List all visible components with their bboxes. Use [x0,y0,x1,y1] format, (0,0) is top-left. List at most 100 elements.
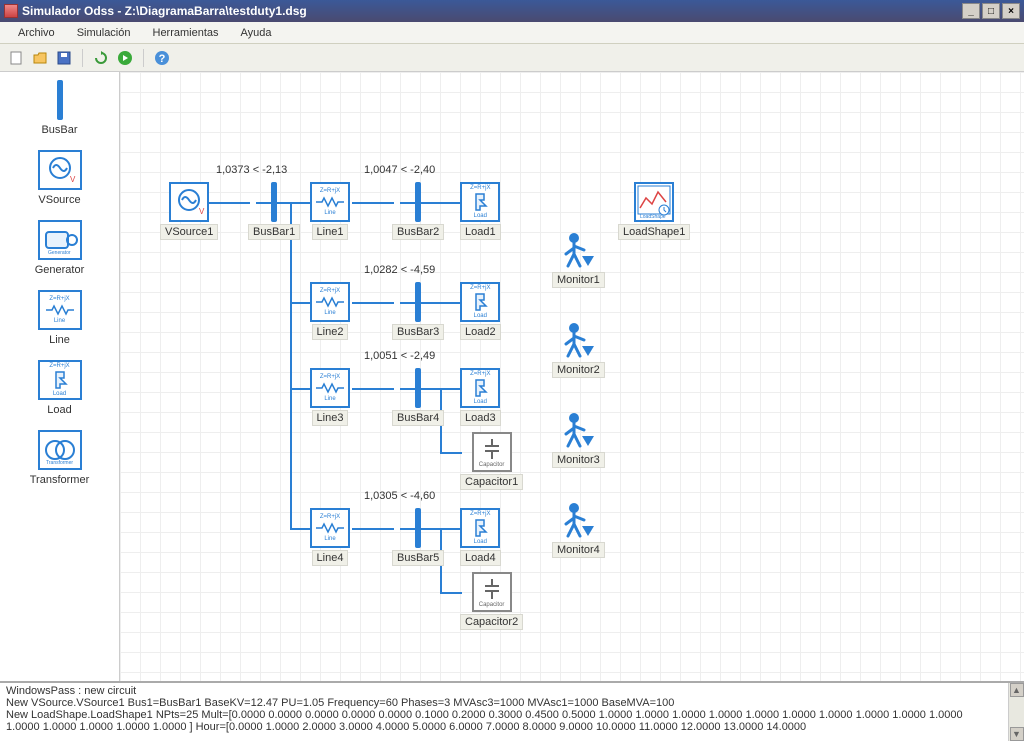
node-label: LoadShape1 [618,224,690,240]
menu-ayuda[interactable]: Ayuda [231,24,282,42]
line-icon: Z=R+jXLine [310,182,350,222]
line-icon: Z=R+jXLine [38,290,82,330]
node-label: Load2 [460,324,501,340]
palette-item-transformer[interactable]: Transformer Transformer [30,430,90,486]
node-monitor1[interactable]: Monitor1 [552,230,605,288]
component-palette: BusBar V VSource Generator Generator Z=R… [0,72,120,681]
node-capacitor2[interactable]: Capacitor Capacitor2 [460,572,523,630]
help-button[interactable]: ? [152,48,172,68]
busbar-icon [415,282,421,322]
line-icon: Z=R+jXLine [310,508,350,548]
node-label: Monitor2 [552,362,605,378]
node-load1[interactable]: Z=R+jXLoad Load1 [460,182,501,240]
palette-item-generator[interactable]: Generator Generator [35,220,85,276]
toolbar-separator [82,49,83,67]
busbar-icon [38,80,82,120]
maximize-button[interactable]: □ [982,3,1000,19]
open-button[interactable] [30,48,50,68]
play-icon [117,50,133,66]
monitor-icon [558,320,598,360]
palette-item-load[interactable]: Z=R+jXLoad Load [38,360,82,416]
save-button[interactable] [54,48,74,68]
node-loadshape1[interactable]: LoadShape LoadShape1 [618,182,690,240]
node-busbar2[interactable]: BusBar2 [392,182,444,240]
wire [440,452,462,454]
palette-item-busbar[interactable]: BusBar [38,80,82,136]
node-line4[interactable]: Z=R+jXLine Line4 [310,508,350,566]
node-load2[interactable]: Z=R+jXLoad Load2 [460,282,501,340]
new-icon [8,50,24,66]
line-icon: Z=R+jXLine [310,282,350,322]
transformer-icon: Transformer [38,430,82,470]
node-label: BusBar3 [392,324,444,340]
svg-text:LoadShape: LoadShape [640,214,666,220]
node-label: Load1 [460,224,501,240]
busbar-icon [254,182,294,222]
capacitor-icon: Capacitor [472,432,512,472]
node-label: Load4 [460,550,501,566]
wire [352,528,394,530]
save-icon [56,50,72,66]
capacitor-icon: Capacitor [472,572,512,612]
toolbar-separator [143,49,144,67]
node-busbar1[interactable]: BusBar1 [248,182,300,240]
load-icon: Z=R+jXLoad [38,360,82,400]
voltage-label: 1,0047 < -2,40 [364,164,435,176]
node-line1[interactable]: Z=R+jXLine Line1 [310,182,350,240]
new-button[interactable] [6,48,26,68]
diagram-canvas[interactable]: V VSource1 BusBar1 Z=R+jXLine Line1 BusB… [120,72,1024,681]
node-monitor2[interactable]: Monitor2 [552,320,605,378]
node-load4[interactable]: Z=R+jXLoad Load4 [460,508,501,566]
scroll-up-button[interactable]: ▲ [1010,683,1024,697]
svg-text:?: ? [159,53,166,65]
node-monitor3[interactable]: Monitor3 [552,410,605,468]
close-button[interactable]: × [1002,3,1020,19]
node-line3[interactable]: Z=R+jXLine Line3 [310,368,350,426]
line-icon: Z=R+jXLine [310,368,350,408]
run-button[interactable] [115,48,135,68]
node-busbar4[interactable]: BusBar4 [392,368,444,426]
menu-archivo[interactable]: Archivo [8,24,65,42]
wire [290,528,312,530]
monitor-icon [560,230,596,270]
node-load3[interactable]: Z=R+jXLoad Load3 [460,368,501,426]
palette-label: VSource [38,194,80,206]
svg-text:Generator: Generator [48,250,71,256]
menu-herramientas[interactable]: Herramientas [143,24,229,42]
node-busbar5[interactable]: BusBar5 [392,508,444,566]
palette-item-vsource[interactable]: V VSource [38,150,82,206]
menu-simulacion[interactable]: Simulación [67,24,141,42]
open-icon [32,50,48,66]
loadshape-icon: LoadShape [634,182,674,222]
node-monitor4[interactable]: Monitor4 [552,500,605,558]
voltage-label: 1,0373 < -2,13 [216,164,287,176]
output-console: WindowsPass : new circuit New VSource.VS… [0,681,1024,741]
monitor-icon [560,320,596,360]
node-label: Line1 [312,224,349,240]
node-busbar3[interactable]: BusBar3 [392,282,444,340]
monitor-icon [558,500,598,540]
minimize-button[interactable]: _ [962,3,980,19]
app-icon [4,4,18,18]
help-icon: ? [154,50,170,66]
palette-item-line[interactable]: Z=R+jXLine Line [38,290,82,346]
svg-text:Transformer: Transformer [46,460,73,466]
palette-label: Line [49,334,70,346]
console-scrollbar[interactable]: ▲ ▼ [1008,683,1024,741]
console-text[interactable]: WindowsPass : new circuit New VSource.VS… [0,683,1008,741]
window-title: Simulador Odss - Z:\DiagramaBarra\testdu… [22,4,962,18]
refresh-button[interactable] [91,48,111,68]
node-label: BusBar2 [392,224,444,240]
monitor-icon [560,410,596,450]
node-label: BusBar4 [392,410,444,426]
busbar-icon [415,368,421,408]
node-vsource1[interactable]: V VSource1 [160,182,218,240]
scroll-down-button[interactable]: ▼ [1010,727,1024,741]
node-capacitor1[interactable]: Capacitor Capacitor1 [460,432,523,490]
node-line2[interactable]: Z=R+jXLine Line2 [310,282,350,340]
menubar: Archivo Simulación Herramientas Ayuda [0,22,1024,44]
monitor-icon [558,230,598,270]
wire [440,592,462,594]
load-icon: Z=R+jXLoad [460,368,500,408]
vsource-icon: V [38,150,82,190]
